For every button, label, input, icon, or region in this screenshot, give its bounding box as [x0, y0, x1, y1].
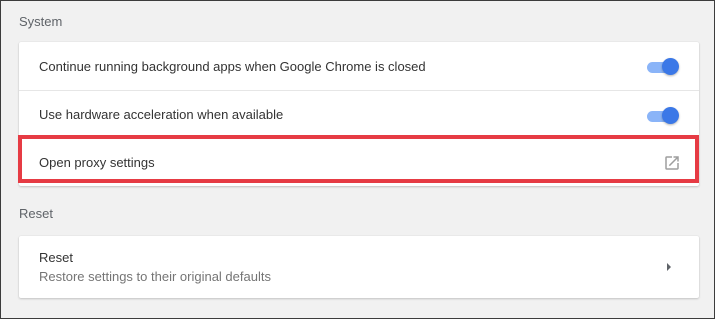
- reset-row[interactable]: Reset Restore settings to their original…: [19, 236, 699, 298]
- toggle-knob: [662, 106, 679, 124]
- chevron-right-icon: [667, 263, 671, 271]
- toggle-knob: [662, 58, 679, 75]
- background-apps-label: Continue running background apps when Go…: [39, 58, 426, 74]
- hardware-acceleration-toggle[interactable]: [645, 106, 679, 124]
- background-apps-row[interactable]: Continue running background apps when Go…: [19, 42, 699, 90]
- external-link-icon[interactable]: [663, 154, 681, 172]
- reset-section-title: Reset: [19, 206, 53, 221]
- hardware-acceleration-row[interactable]: Use hardware acceleration when available: [19, 90, 699, 138]
- reset-row-label: Reset: [39, 250, 73, 265]
- reset-row-sublabel: Restore settings to their original defau…: [39, 269, 271, 284]
- background-apps-toggle[interactable]: [645, 58, 679, 75]
- system-card: Continue running background apps when Go…: [19, 42, 699, 186]
- reset-card: Reset Restore settings to their original…: [19, 236, 699, 298]
- open-proxy-settings-row[interactable]: Open proxy settings: [19, 138, 699, 186]
- open-proxy-settings-label: Open proxy settings: [39, 155, 155, 170]
- system-section-title: System: [19, 14, 63, 29]
- hardware-acceleration-label: Use hardware acceleration when available: [39, 107, 284, 122]
